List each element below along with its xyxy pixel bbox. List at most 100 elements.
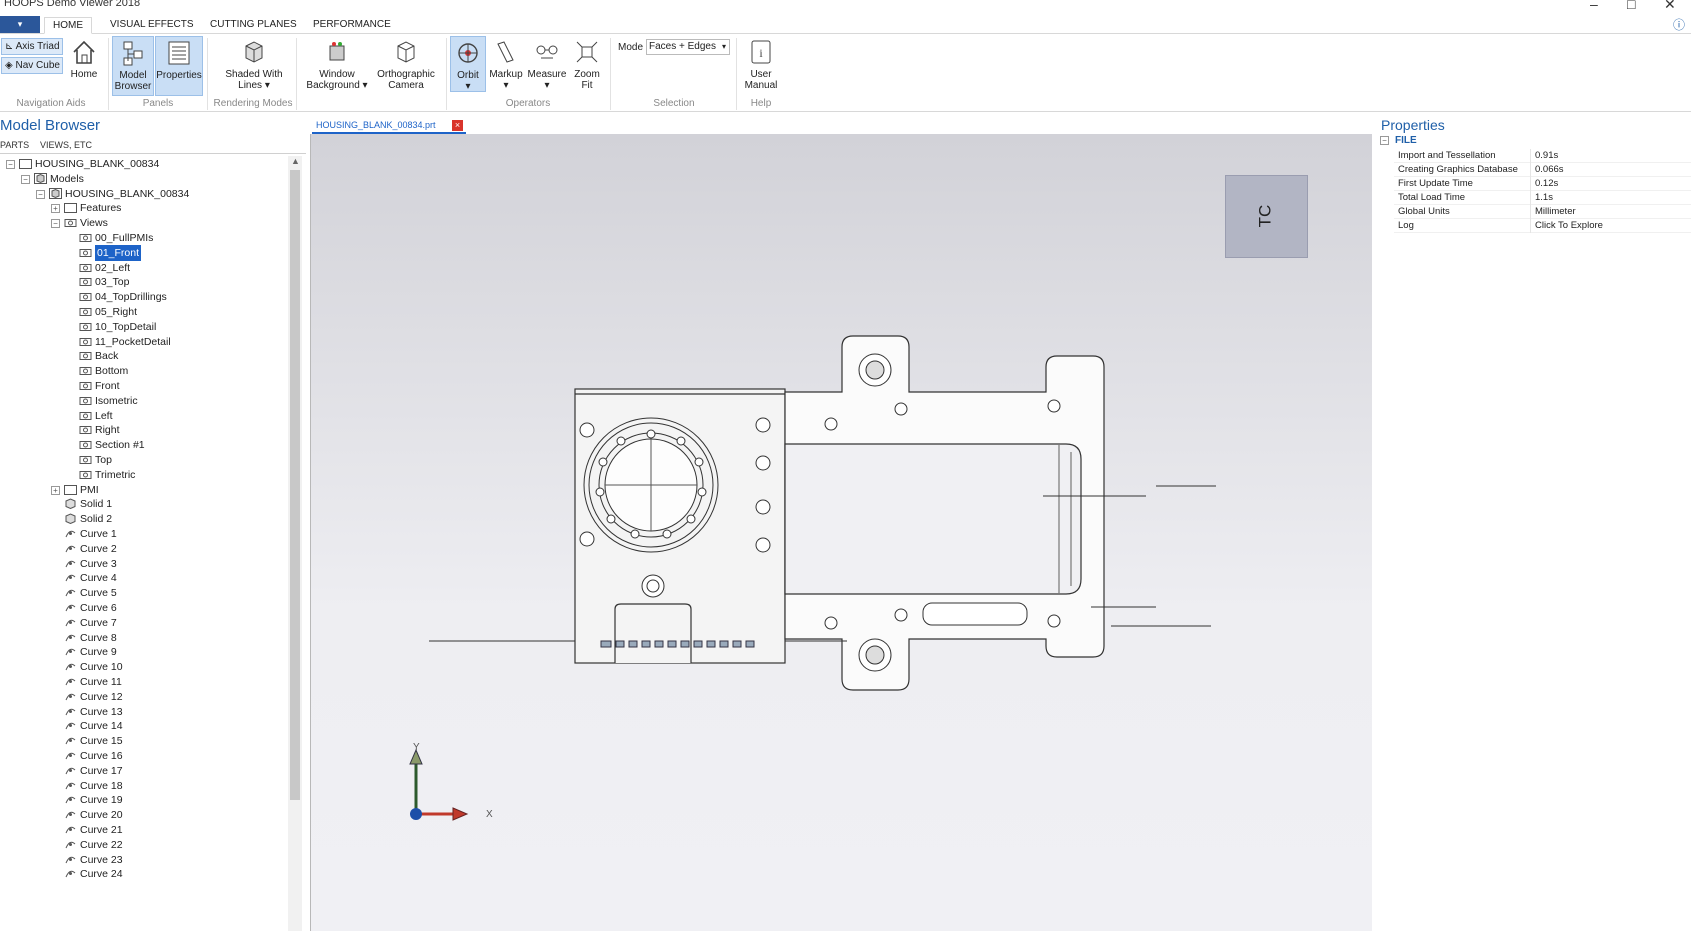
measure-button[interactable]: Measure ▾ <box>526 36 568 96</box>
3d-viewport[interactable]: TC Y X <box>310 134 1372 931</box>
collapse-icon[interactable]: − <box>21 174 30 184</box>
scrollbar-thumb[interactable] <box>290 170 300 800</box>
camera-icon <box>64 217 77 228</box>
tree-item[interactable]: 01_Front <box>0 244 288 261</box>
tree-item[interactable]: Curve 8 <box>0 630 288 646</box>
tree-item[interactable]: Curve 9 <box>0 644 288 660</box>
nav-cube-button[interactable]: ◈ Nav Cube <box>1 57 63 74</box>
tree-item[interactable]: Curve 22 <box>0 837 288 853</box>
tree-item[interactable]: Curve 17 <box>0 763 288 779</box>
tree-item[interactable]: Curve 19 <box>0 792 288 808</box>
tab-home[interactable]: HOME <box>44 17 92 34</box>
tab-cutting-planes[interactable]: CUTTING PLANES <box>202 17 305 34</box>
tree-item[interactable]: Curve 16 <box>0 748 288 764</box>
maximize-icon[interactable]: □ <box>1627 0 1635 12</box>
window-background-button[interactable]: Window Background ▾ <box>302 36 372 96</box>
tree-item[interactable]: 11_PocketDetail <box>0 334 288 350</box>
tree-item[interactable]: Curve 20 <box>0 807 288 823</box>
tree-item[interactable]: 03_Top <box>0 274 288 290</box>
tree-item[interactable]: − HOUSING_BLANK_00834 <box>0 156 288 172</box>
orthographic-camera-button[interactable]: Orthographic Camera <box>372 36 440 96</box>
markup-button[interactable]: Markup ▾ <box>487 36 525 96</box>
property-row[interactable]: Global Units Millimeter <box>1394 205 1691 219</box>
property-row[interactable]: First Update Time 0.12s <box>1394 177 1691 191</box>
document-tab[interactable]: HOUSING_BLANK_00834.prt <box>312 119 466 134</box>
tree-item[interactable]: Curve 1 <box>0 526 288 542</box>
tree-item[interactable]: − Views <box>0 215 288 231</box>
property-row[interactable]: Creating Graphics Database 0.066s <box>1394 163 1691 177</box>
tree-item[interactable]: Section #1 <box>0 437 288 453</box>
tree-item[interactable]: Left <box>0 408 288 424</box>
zoom-fit-button[interactable]: Zoom Fit <box>569 36 605 92</box>
scroll-up-icon[interactable]: ▲ <box>291 156 300 166</box>
collapse-icon[interactable]: − <box>1380 136 1389 145</box>
tree-item[interactable]: 10_TopDetail <box>0 319 288 335</box>
model-icon <box>34 172 47 184</box>
tree-item[interactable]: Curve 23 <box>0 852 288 868</box>
tree-item[interactable]: 00_FullPMIs <box>0 230 288 246</box>
tree-item[interactable]: Curve 2 <box>0 541 288 557</box>
tree-item[interactable]: Curve 6 <box>0 600 288 616</box>
tree-item[interactable]: Top <box>0 452 288 468</box>
tree-item[interactable]: Curve 7 <box>0 615 288 631</box>
collapse-icon[interactable]: − <box>36 189 45 199</box>
tree-item[interactable]: Front <box>0 378 288 394</box>
minimize-icon[interactable]: – <box>1590 0 1598 12</box>
tree-item[interactable]: + PMI <box>0 482 288 498</box>
close-tab-icon[interactable]: × <box>452 120 463 131</box>
tree-item[interactable]: Solid 2 <box>0 511 288 527</box>
axis-triad-button[interactable]: ⊾ Axis Triad <box>1 38 63 55</box>
file-menu-button[interactable]: ▾ <box>0 16 40 33</box>
collapse-icon[interactable]: − <box>6 160 15 169</box>
tree-item[interactable]: Solid 1 <box>0 496 288 512</box>
tree-item[interactable]: Curve 12 <box>0 689 288 705</box>
tab-visual-effects[interactable]: VISUAL EFFECTS <box>102 17 202 34</box>
tree-item[interactable]: Back <box>0 348 288 364</box>
tree-item[interactable]: Trimetric <box>0 467 288 483</box>
tree-item[interactable]: 05_Right <box>0 304 288 320</box>
orbit-button[interactable]: Orbit ▾ <box>450 36 486 92</box>
collapse-icon[interactable]: − <box>51 219 60 229</box>
tree-item[interactable]: Curve 15 <box>0 733 288 749</box>
property-row[interactable]: Log Click To Explore <box>1394 219 1691 233</box>
tree-item-label: Models <box>50 172 84 185</box>
tab-parts[interactable]: PARTS <box>0 140 29 150</box>
tree-item[interactable]: − Models <box>0 171 288 187</box>
tree-item[interactable]: Curve 21 <box>0 822 288 838</box>
solid-icon <box>64 498 77 510</box>
tree-item[interactable]: Curve 14 <box>0 718 288 734</box>
user-manual-button[interactable]: i User Manual <box>740 36 782 96</box>
tree-item[interactable]: Curve 11 <box>0 674 288 690</box>
properties-button[interactable]: Properties <box>155 36 203 96</box>
tree-scrollbar[interactable]: ▲ <box>288 156 302 931</box>
expand-icon[interactable]: + <box>51 485 60 495</box>
tree-item[interactable]: Curve 18 <box>0 778 288 794</box>
tab-performance[interactable]: PERFORMANCE <box>305 17 399 34</box>
properties-file-section[interactable]: − FILE <box>1380 135 1417 146</box>
tree-item[interactable]: Isometric <box>0 393 288 409</box>
tree-item[interactable]: Curve 13 <box>0 704 288 720</box>
tree-item[interactable]: Curve 3 <box>0 556 288 572</box>
model-browser-button[interactable]: Model Browser <box>112 36 154 96</box>
tree-item[interactable]: Curve 24 <box>0 866 288 882</box>
tree-item[interactable]: Right <box>0 422 288 438</box>
expand-icon[interactable]: + <box>51 204 60 214</box>
tree-item[interactable]: Bottom <box>0 363 288 379</box>
property-row[interactable]: Total Load Time 1.1s <box>1394 191 1691 205</box>
tree-item[interactable]: 04_TopDrillings <box>0 289 288 305</box>
tree-item[interactable]: − HOUSING_BLANK_00834 <box>0 186 288 202</box>
tree-item[interactable]: + Features <box>0 200 288 216</box>
tree-item[interactable]: Curve 4 <box>0 570 288 586</box>
mode-select[interactable]: Faces + Edges ▾ <box>646 39 730 55</box>
shaded-with-lines-button[interactable]: Shaded With Lines ▾ <box>224 36 284 96</box>
close-window-icon[interactable]: ✕ <box>1664 0 1676 13</box>
home-button[interactable]: Home <box>66 36 102 92</box>
tree-item[interactable]: Curve 10 <box>0 659 288 675</box>
shaded-label: Shaded With Lines <box>225 69 283 91</box>
curve-icon <box>64 794 77 805</box>
tree-item[interactable]: 02_Left <box>0 260 288 276</box>
tree-item[interactable]: Curve 5 <box>0 585 288 601</box>
property-row[interactable]: Import and Tessellation 0.91s <box>1394 149 1691 163</box>
tab-views-etc[interactable]: VIEWS, ETC <box>40 140 92 150</box>
help-icon[interactable]: ⓘ <box>1673 16 1685 33</box>
